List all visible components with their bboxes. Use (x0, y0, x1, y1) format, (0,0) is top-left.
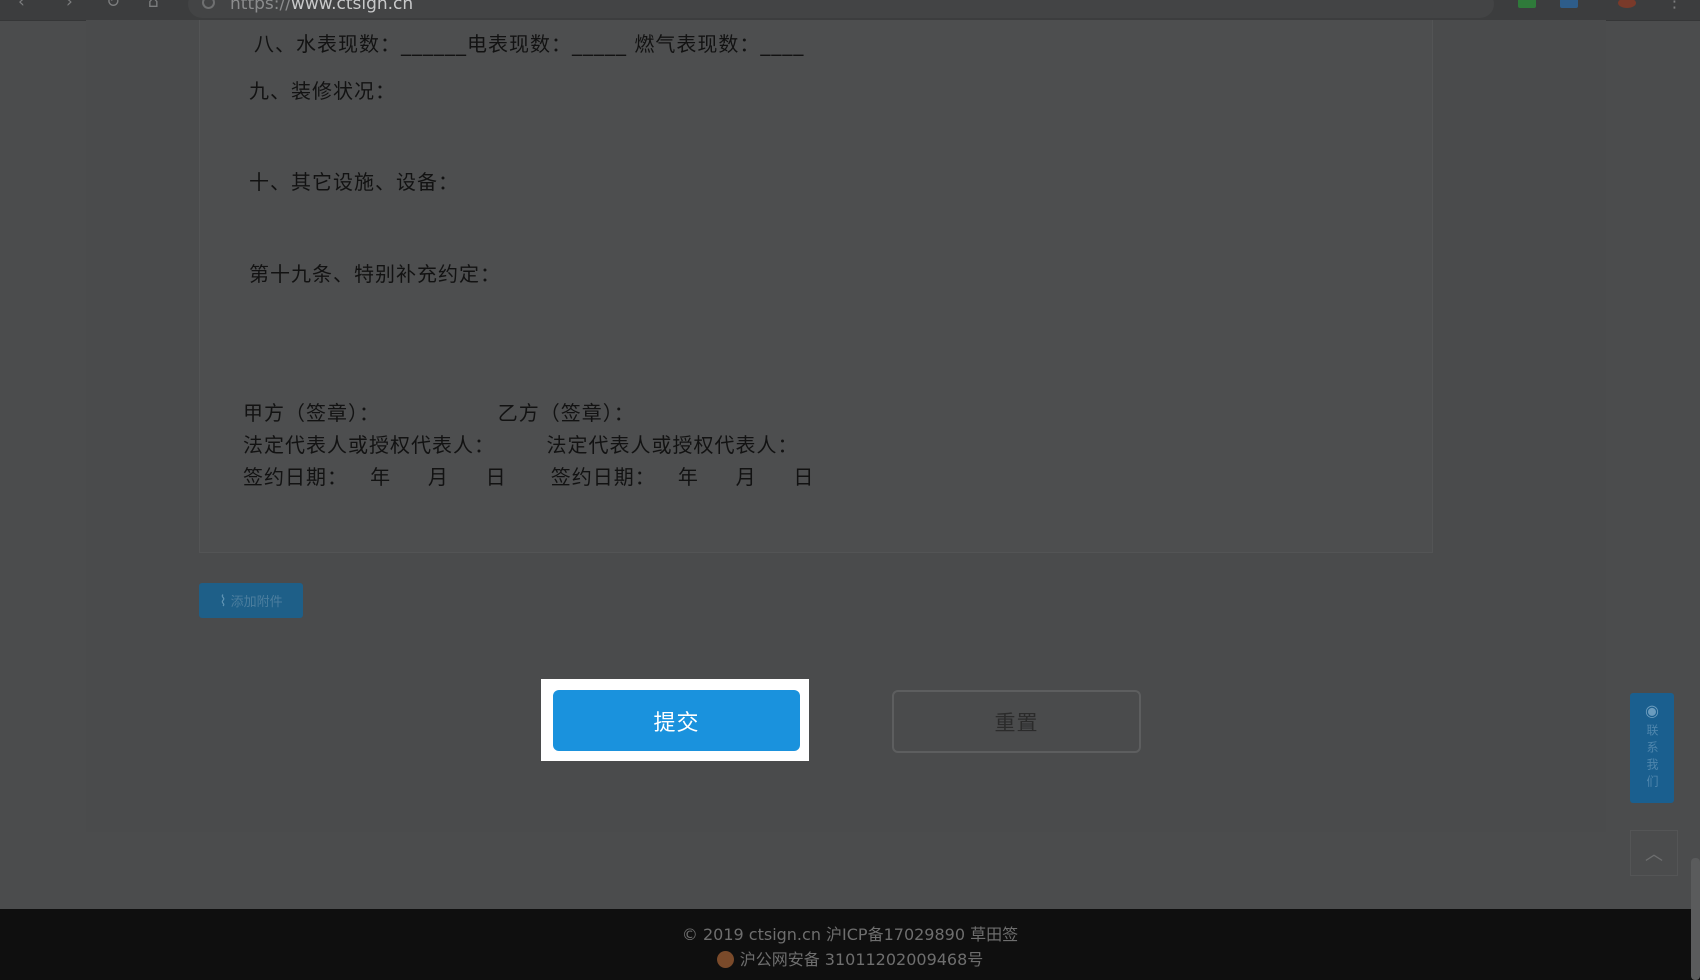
contact-us-label: 联系我们 (1645, 724, 1659, 792)
home-icon[interactable]: ⌂ (148, 0, 159, 12)
scrollbar-thumb[interactable] (1691, 858, 1700, 980)
profile-avatar[interactable] (1618, 0, 1636, 8)
add-attachment-button[interactable]: ⌇ 添加附件 (199, 583, 303, 618)
extension-icon[interactable] (1560, 0, 1578, 8)
reload-icon[interactable]: ↻ (106, 0, 120, 12)
headset-icon: ◉ (1645, 701, 1659, 720)
add-attachment-label: 添加附件 (230, 595, 283, 610)
back-to-top-button[interactable]: ︿ (1630, 830, 1678, 876)
doc-line-decoration: 九、装修状况： (249, 79, 396, 103)
chevron-up-icon: ︿ (1645, 844, 1663, 865)
doc-line-special-terms: 第十九条、特别补充约定： (249, 262, 501, 286)
doc-line-sign-dates: 签约日期： 年 月 日 签约日期： 年 月 日 (243, 465, 815, 489)
police-badge-icon (716, 951, 734, 968)
doc-line-facilities: 十、其它设施、设备： (249, 170, 459, 194)
contact-us-button[interactable]: ◉ 联系我们 (1630, 693, 1674, 803)
extension-icon[interactable] (1518, 0, 1536, 8)
back-icon[interactable]: ‹ (18, 0, 25, 12)
footer-police-record: 沪公网安备 31011202009468号 (0, 946, 1700, 970)
footer: © 2019 ctsign.cn 沪ICP备17029890 草田签 沪公网安备… (0, 909, 1700, 980)
forward-icon[interactable]: › (66, 0, 73, 12)
address-bar[interactable]: https://www.ctsign.cn (188, 0, 1494, 18)
footer-police-text: 沪公网安备 31011202009468号 (739, 950, 984, 969)
paperclip-icon: ⌇ (219, 591, 227, 610)
footer-copyright: © 2019 ctsign.cn 沪ICP备17029890 草田签 (681, 925, 1019, 944)
doc-line-party-seals: 甲方（签章）： 乙方（签章）： (243, 401, 635, 425)
browser-toolbar: ‹ › ↻ ⌂ https://www.ctsign.cn ⋮ (0, 0, 1700, 21)
contract-document: 八、水表现数：______电表现数：_____ 燃气表现数：____ 九、装修状… (199, 20, 1433, 553)
url-text: https://www.ctsign.cn (230, 0, 414, 14)
doc-line-representatives: 法定代表人或授权代表人： 法定代表人或授权代表人： (243, 433, 799, 457)
menu-icon[interactable]: ⋮ (1666, 0, 1683, 12)
submit-button[interactable]: 提交 (553, 690, 800, 751)
lock-icon (202, 0, 215, 9)
doc-line-meters: 八、水表现数：______电表现数：_____ 燃气表现数：____ (254, 32, 805, 56)
reset-button[interactable]: 重置 (892, 690, 1141, 753)
